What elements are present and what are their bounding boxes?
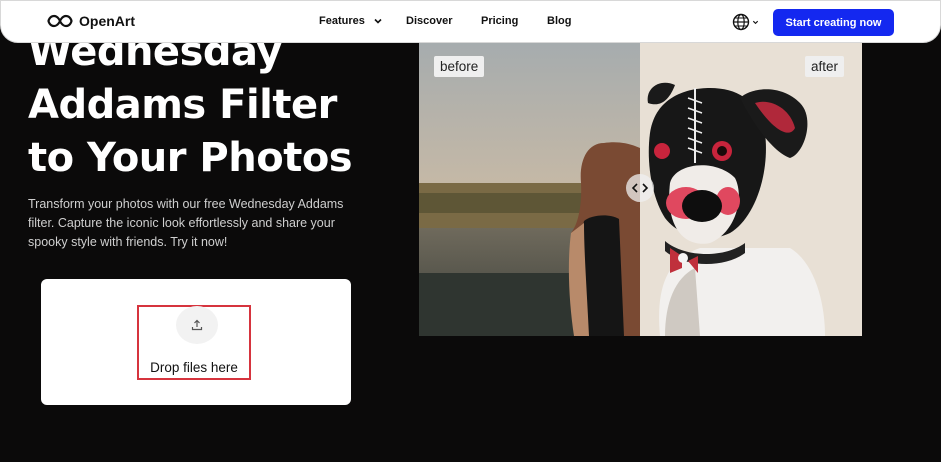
language-selector[interactable] (732, 13, 759, 31)
before-image (419, 43, 640, 336)
nav-pricing[interactable]: Pricing (481, 15, 518, 27)
page: Wednesday Addams Filter to Your Photos O… (0, 0, 941, 462)
openart-logo-icon (47, 14, 73, 28)
upload-icon (191, 319, 203, 331)
before-after-comparison[interactable]: before after (419, 43, 862, 336)
openart-logo[interactable]: OpenArt (47, 13, 135, 29)
after-label: after (805, 56, 845, 77)
drop-zone[interactable]: Drop files here (137, 305, 251, 380)
drop-files-label: Drop files here (150, 360, 238, 375)
nav-blog[interactable]: Blog (547, 15, 571, 27)
start-creating-button[interactable]: Start creating now (773, 9, 894, 36)
upload-button[interactable] (176, 306, 218, 344)
top-navbar: OpenArt Features Discover Pricing Blog S… (0, 0, 941, 43)
hero-title-line-2: Addams Filter (28, 82, 337, 128)
comparison-slider-handle[interactable] (626, 174, 654, 202)
chevron-down-icon (752, 20, 759, 24)
logo-text: OpenArt (79, 13, 135, 29)
globe-icon (732, 13, 750, 31)
nav-features[interactable]: Features (319, 15, 365, 27)
nav-discover[interactable]: Discover (406, 15, 452, 27)
hero-title: Wednesday Addams Filter to Your Photos (28, 26, 408, 185)
chevron-down-icon[interactable] (373, 16, 383, 26)
upload-card: Drop files here (41, 279, 351, 405)
hero-title-line-3: to Your Photos (28, 135, 353, 181)
compare-arrows-icon (631, 183, 649, 193)
hero-description: Transform your photos with our free Wedn… (28, 197, 344, 249)
after-image (640, 43, 862, 336)
before-label: before (434, 56, 485, 77)
